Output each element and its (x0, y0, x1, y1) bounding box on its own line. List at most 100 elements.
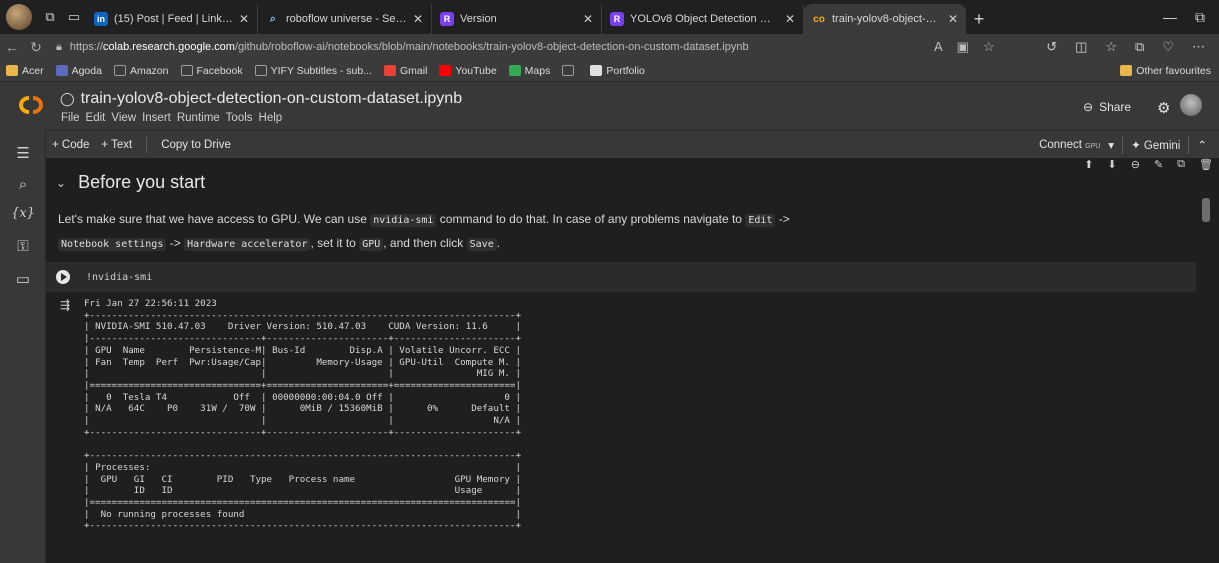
section-heading: ⌄ Before you start (56, 172, 206, 192)
search-icon[interactable]: ⌕ (10, 176, 36, 193)
menu-edit[interactable]: Edit (86, 112, 106, 124)
read-aloud-icon[interactable]: A (934, 39, 943, 55)
immersive-reader-icon[interactable]: ▣ (957, 39, 969, 55)
colab-header: ◯ train-yolov8-object-detection-on-custo… (0, 82, 1219, 130)
left-rail: ☰ ⌕ {x} ⚿ ▭ (0, 130, 46, 563)
sparkle-icon: ✦ (1131, 139, 1141, 152)
scrollbar[interactable] (1200, 158, 1212, 563)
bookmark-amazon[interactable]: Amazon (113, 65, 169, 77)
run-cell-icon[interactable] (56, 270, 70, 284)
add-code-button[interactable]: + Code (46, 139, 95, 151)
collapse-chevron-icon[interactable]: ⌄ (56, 176, 66, 190)
connect-button[interactable]: Connect GPU (1039, 139, 1100, 151)
close-tab-icon[interactable]: ✕ (583, 12, 593, 26)
colab-icon: co (813, 13, 825, 25)
copy-icon[interactable]: ⧉ (1177, 158, 1185, 172)
notebook-toolbar: + Code + Text Copy to Drive Connect GPU … (46, 130, 1219, 158)
variables-icon[interactable]: {x} (10, 206, 36, 221)
close-tab-icon[interactable]: ✕ (785, 12, 795, 26)
copy-to-drive-button[interactable]: Copy to Drive (155, 139, 237, 151)
back-icon[interactable]: ← (0, 39, 24, 55)
notebook-title[interactable]: ◯ train-yolov8-object-detection-on-custo… (60, 90, 462, 108)
avatar[interactable] (1180, 94, 1202, 116)
bookmark-blank[interactable] (562, 65, 578, 76)
table-of-contents-icon[interactable]: ☰ (10, 144, 36, 162)
favorites-icon[interactable]: ☆ (1105, 39, 1117, 55)
toolbar-divider (1122, 135, 1124, 154)
copilot-icon[interactable]: ♡ (1162, 39, 1174, 55)
profile-avatar[interactable] (6, 4, 32, 30)
text-cell[interactable]: Let's make sure that we have access to G… (58, 208, 1178, 256)
edit-icon[interactable]: ✎ (1154, 158, 1163, 172)
other-favourites[interactable]: Other favourites (1120, 65, 1219, 77)
chevron-up-icon[interactable]: ⌃ (1197, 138, 1207, 152)
code-text[interactable]: !nvidia-smi (86, 272, 152, 283)
portfolio-icon (590, 65, 603, 76)
collections-icon[interactable]: ⧉ (1135, 39, 1144, 55)
maps-icon (508, 65, 521, 76)
close-tab-icon[interactable]: ✕ (948, 12, 958, 26)
folder-icon (1120, 65, 1133, 76)
favorite-star-icon[interactable]: ☆ (983, 39, 995, 55)
share-button[interactable]: ⊖ Share (1083, 100, 1131, 114)
refresh-extension-icon[interactable]: ↺ (1046, 39, 1057, 55)
bookmark-youtube[interactable]: YouTube (439, 65, 497, 77)
browser-tab-version[interactable]: R Version ✕ (432, 4, 602, 34)
lock-icon[interactable]: 🔒︎ (56, 41, 62, 54)
folder-icon[interactable]: ▭ (10, 270, 36, 288)
bookmark-gmail[interactable]: Gmail (383, 65, 427, 77)
chevron-down-icon[interactable]: ▾ (1108, 138, 1114, 152)
minimize-icon[interactable]: — (1163, 9, 1177, 26)
browser-tab-linkedin[interactable]: in (15) Post | Feed | LinkedIn ✕ (86, 4, 258, 34)
restore-icon[interactable]: ⧉ (1195, 9, 1205, 26)
move-up-icon[interactable]: ⬆ (1084, 158, 1093, 172)
menu-file[interactable]: File (61, 112, 80, 124)
reload-icon[interactable]: ↻ (24, 39, 48, 56)
bookmark-maps[interactable]: Maps (508, 65, 550, 77)
bookmark-agoda[interactable]: Agoda (55, 65, 102, 77)
bookmark-facebook[interactable]: Facebook (180, 65, 243, 77)
roboflow-icon: R (440, 12, 454, 26)
browser-tab-colab[interactable]: co train-yolov8-object-detection-on-cust… (804, 4, 966, 34)
menu-tools[interactable]: Tools (226, 112, 253, 124)
code-cell[interactable]: !nvidia-smi (46, 262, 1196, 292)
menu-view[interactable]: View (111, 112, 136, 124)
gmail-icon (383, 65, 396, 76)
url-text: https://colab.research.google.com/github… (69, 41, 749, 53)
bookmark-portfolio[interactable]: Portfolio (590, 65, 645, 77)
menu-insert[interactable]: Insert (142, 112, 171, 124)
search-icon: ⌕ (269, 12, 277, 25)
workspaces-icon[interactable]: ⧉ (38, 5, 62, 29)
tab-actions-icon[interactable]: ▭ (62, 5, 86, 29)
split-screen-icon[interactable]: ◫ (1075, 39, 1087, 55)
scrollbar-thumb[interactable] (1202, 198, 1210, 222)
more-icon[interactable]: ⋯ (1192, 39, 1205, 55)
page-icon (562, 65, 575, 76)
page-icon (254, 65, 267, 76)
menu-runtime[interactable]: Runtime (177, 112, 220, 124)
output-icon[interactable]: ⇶ (60, 298, 70, 312)
cell-output: Fri Jan 27 22:56:11 2023 +--------------… (84, 298, 521, 532)
cell-toolbar: ⬆ ⬇ ⊖ ✎ ⧉ 🗑︎ ⋮ (1078, 158, 1219, 172)
bookmark-yify[interactable]: YIFY Subtitles - sub... (254, 65, 372, 77)
bookmark-acer[interactable]: Acer (6, 65, 44, 77)
gear-icon[interactable]: ⚙ (1157, 99, 1170, 117)
colab-logo-icon[interactable] (16, 94, 46, 116)
notebook-area: ⬆ ⬇ ⊖ ✎ ⧉ 🗑︎ ⋮ ⌄ Before you start Let's … (46, 158, 1219, 563)
move-down-icon[interactable]: ⬇ (1108, 158, 1117, 172)
address-bar[interactable]: 🔒︎ https://colab.research.google.com/git… (56, 36, 926, 58)
folder-icon (6, 65, 18, 76)
roboflow-icon: R (610, 12, 624, 26)
bookmarks-bar: Acer Agoda Amazon Facebook YIFY Subtitle… (0, 60, 1219, 82)
close-tab-icon[interactable]: ✕ (413, 12, 423, 26)
new-tab-button[interactable]: + (966, 4, 992, 34)
add-text-button[interactable]: + Text (95, 139, 138, 151)
menu-help[interactable]: Help (259, 112, 283, 124)
key-icon[interactable]: ⚿ (10, 238, 36, 255)
link-icon[interactable]: ⊖ (1131, 158, 1140, 172)
browser-tab-search[interactable]: ⌕ roboflow universe - Search ✕ (258, 4, 432, 34)
browser-tab-yolov8[interactable]: R YOLOv8 Object Detection Model ✕ (602, 4, 804, 34)
gemini-button[interactable]: ✦ Gemini (1131, 138, 1180, 152)
browser-tab-strip: ⧉ ▭ in (15) Post | Feed | LinkedIn ✕ ⌕ r… (0, 0, 1219, 34)
close-tab-icon[interactable]: ✕ (239, 12, 249, 26)
